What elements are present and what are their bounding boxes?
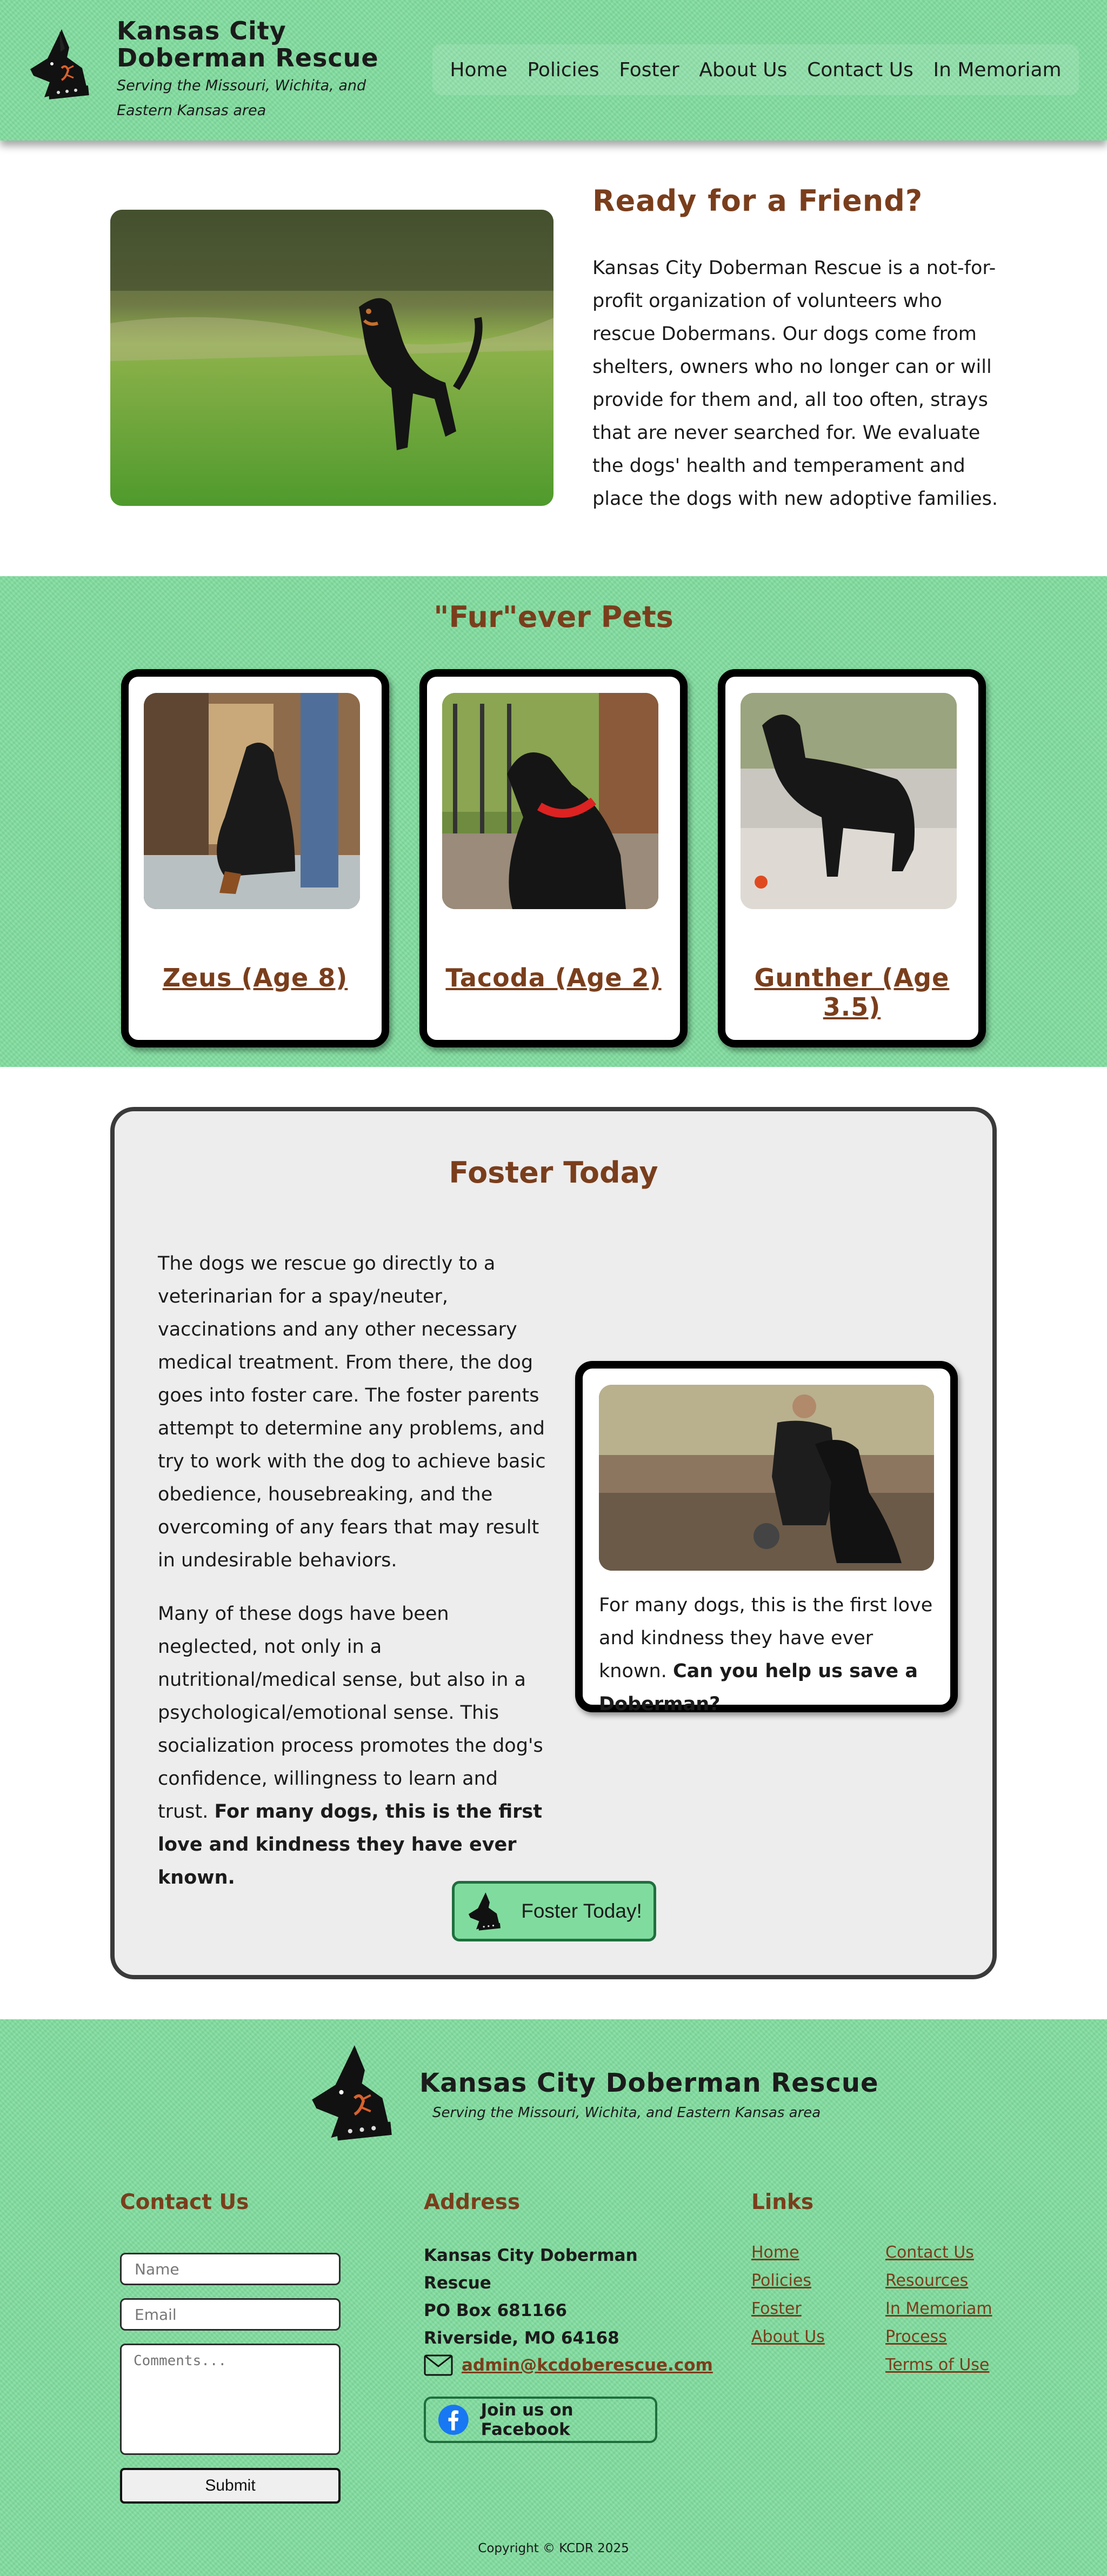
footer-link-in-memoriam[interactable]: In Memoriam — [885, 2299, 992, 2318]
pet-name-zeus[interactable]: Zeus (Age 8) — [129, 963, 382, 992]
pet-card-tacoda[interactable]: Tacoda (Age 2) — [419, 669, 688, 1047]
contact-heading: Contact Us — [120, 2190, 249, 2214]
address-block: Kansas City Doberman Rescue PO Box 68116… — [424, 2242, 705, 2352]
pet-card-gunther[interactable]: Gunther (Age 3.5) — [718, 669, 986, 1047]
pet-card-zeus[interactable]: Zeus (Age 8) — [121, 669, 389, 1047]
footer-link-home[interactable]: Home — [751, 2243, 799, 2262]
pet-name-gunther[interactable]: Gunther (Age 3.5) — [725, 963, 978, 1022]
foster-card-text: For many dogs, this is the first love an… — [599, 1589, 939, 1721]
nav-contact-us[interactable]: Contact Us — [807, 59, 913, 81]
footer-link-about-us[interactable]: About Us — [751, 2327, 825, 2346]
nav-about-us[interactable]: About Us — [699, 59, 787, 81]
doberman-sitting-photo-icon[interactable] — [144, 693, 360, 909]
email-row: admin@kcdoberescue.com — [424, 2354, 713, 2376]
foster-today-label: Foster Today! — [521, 1900, 642, 1922]
doberman-running-photo-icon — [110, 210, 554, 506]
footer-link-contact-us[interactable]: Contact Us — [885, 2243, 974, 2262]
foster-title: Foster Today — [449, 1156, 658, 1190]
doberman-standing-photo-icon[interactable] — [741, 693, 957, 909]
foster-today-button[interactable]: Foster Today! — [452, 1881, 656, 1941]
site-tagline: Serving the Missouri, Wichita, and Easte… — [117, 77, 366, 119]
facebook-label: Join us on Facebook — [481, 2400, 573, 2439]
intro-text: Kansas City Doberman Rescue is a not-for… — [592, 257, 998, 510]
footer-link-terms-of-use[interactable]: Terms of Use — [885, 2355, 989, 2374]
foster-card: For many dogs, this is the first love an… — [575, 1361, 958, 1715]
copyright: Copyright © KCDR 2025 — [478, 2541, 629, 2555]
footer-link-foster[interactable]: Foster — [751, 2299, 802, 2318]
foster-paragraph-1: The dogs we rescue go directly to a vete… — [158, 1253, 546, 1571]
footer-link-policies[interactable]: Policies — [751, 2271, 811, 2290]
main-nav: Home Policies Foster About Us Contact Us… — [432, 44, 1079, 95]
address-line-1: Kansas City Doberman Rescue — [424, 2246, 638, 2293]
nav-in-memoriam[interactable]: In Memoriam — [933, 59, 1061, 81]
foster-paragraph-2-bold: For many dogs, this is the first love an… — [158, 1801, 542, 1888]
man-with-doberman-photo-icon — [599, 1385, 934, 1571]
foster-paragraph-2-text: Many of these dogs have been neglected, … — [158, 1603, 543, 1823]
nav-home[interactable]: Home — [450, 59, 507, 81]
footer-link-resources[interactable]: Resources — [885, 2271, 968, 2290]
pet-name-tacoda[interactable]: Tacoda (Age 2) — [427, 963, 680, 992]
intro-title: Ready for a Friend? — [592, 184, 923, 218]
doberman-red-collar-photo-icon[interactable] — [442, 693, 658, 909]
doberman-head-logo-icon[interactable] — [303, 2041, 411, 2144]
address-line-2: PO Box 681166 — [424, 2301, 567, 2320]
foster-panel: Foster Today The dogs we rescue go direc… — [110, 1107, 997, 1979]
pets-section: "Fur"ever Pets Zeus (Age 8) Tacoda (Age … — [0, 576, 1107, 1067]
mail-icon — [424, 2354, 453, 2376]
site-header: Kansas City Doberman Rescue Serving the … — [0, 0, 1107, 141]
doberman-head-icon — [469, 1892, 501, 1931]
pets-title: "Fur"ever Pets — [434, 600, 673, 634]
site-title[interactable]: Kansas City Doberman Rescue — [117, 17, 419, 71]
comments-textarea[interactable] — [120, 2344, 341, 2455]
address-heading: Address — [424, 2190, 521, 2214]
facebook-button[interactable]: Join us on Facebook — [424, 2397, 657, 2443]
foster-paragraph-2: Many of these dogs have been neglected, … — [158, 1598, 547, 1894]
links-heading: Links — [751, 2190, 814, 2214]
nav-foster[interactable]: Foster — [619, 59, 679, 81]
facebook-icon — [438, 2405, 469, 2435]
email-input[interactable] — [120, 2298, 341, 2331]
site-footer: Kansas City Doberman Rescue Serving the … — [0, 2019, 1107, 2576]
nav-policies[interactable]: Policies — [527, 59, 599, 81]
name-input[interactable] — [120, 2253, 341, 2285]
email-link[interactable]: admin@kcdoberescue.com — [462, 2355, 713, 2375]
doberman-head-logo-icon[interactable] — [28, 26, 98, 102]
footer-tagline: Serving the Missouri, Wichita, and Easte… — [432, 2105, 821, 2121]
address-line-3: Riverside, MO 64168 — [424, 2328, 619, 2348]
footer-title: Kansas City Doberman Rescue — [419, 2068, 879, 2098]
submit-button[interactable]: Submit — [120, 2468, 341, 2504]
footer-link-process[interactable]: Process — [885, 2327, 947, 2346]
